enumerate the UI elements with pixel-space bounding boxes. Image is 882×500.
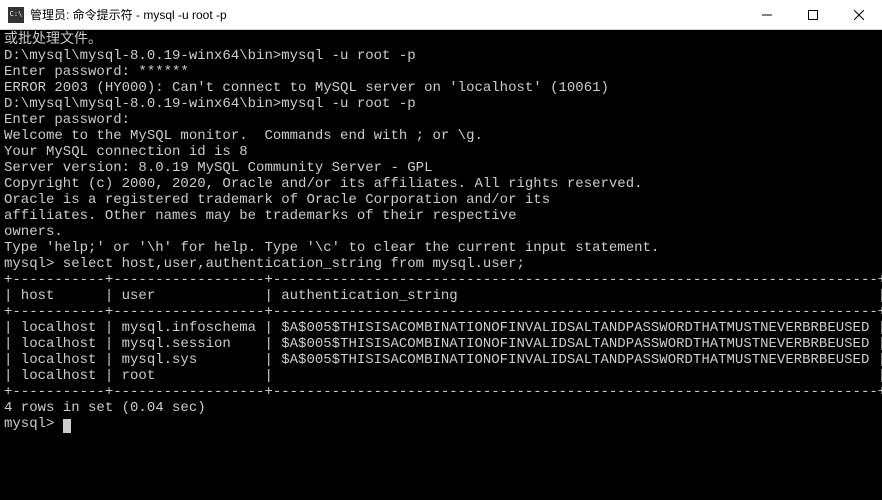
cmd-icon: C:\ (8, 7, 24, 23)
terminal-line: D:\mysql\mysql-8.0.19-winx64\bin>mysql -… (4, 48, 878, 64)
terminal-line: affiliates. Other names may be trademark… (4, 208, 878, 224)
window-title: 管理员: 命令提示符 - mysql -u root -p (30, 6, 227, 23)
close-button[interactable] (836, 0, 882, 29)
terminal-line: Copyright (c) 2000, 2020, Oracle and/or … (4, 176, 878, 192)
terminal-line: D:\mysql\mysql-8.0.19-winx64\bin>mysql -… (4, 96, 878, 112)
terminal-line: Server version: 8.0.19 MySQL Community S… (4, 160, 878, 176)
terminal-line: Oracle is a registered trademark of Orac… (4, 192, 878, 208)
titlebar[interactable]: C:\ 管理员: 命令提示符 - mysql -u root -p (0, 0, 882, 30)
window-controls (744, 0, 882, 29)
minimize-button[interactable] (744, 0, 790, 29)
terminal-line: 或批处理文件。 (4, 32, 878, 48)
terminal-line: Enter password: ****** (4, 64, 878, 80)
terminal-line: Type 'help;' or '\h' for help. Type '\c'… (4, 240, 878, 256)
close-icon (854, 10, 864, 20)
minimize-icon (762, 10, 772, 20)
terminal-line: | localhost | root | | (4, 368, 878, 384)
terminal-line: mysql> select host,user,authentication_s… (4, 256, 878, 272)
terminal-line: owners. (4, 224, 878, 240)
terminal-line: +-----------+------------------+--------… (4, 304, 878, 320)
terminal-line: Enter password: (4, 112, 878, 128)
terminal-line: +-----------+------------------+--------… (4, 272, 878, 288)
terminal-line: +-----------+------------------+--------… (4, 384, 878, 400)
maximize-button[interactable] (790, 0, 836, 29)
terminal-line: 4 rows in set (0.04 sec) (4, 400, 878, 416)
terminal-line: mysql> (4, 416, 878, 432)
cursor (63, 419, 71, 433)
terminal-line: | host | user | authentication_string | (4, 288, 878, 304)
terminal-line: | localhost | mysql.session | $A$005$THI… (4, 336, 878, 352)
titlebar-left: C:\ 管理员: 命令提示符 - mysql -u root -p (0, 6, 227, 23)
maximize-icon (808, 10, 818, 20)
terminal-line: | localhost | mysql.infoschema | $A$005$… (4, 320, 878, 336)
cmd-icon-text: C:\ (10, 11, 23, 18)
terminal-line: ERROR 2003 (HY000): Can't connect to MyS… (4, 80, 878, 96)
terminal-output[interactable]: 或批处理文件。D:\mysql\mysql-8.0.19-winx64\bin>… (0, 30, 882, 500)
terminal-line: Welcome to the MySQL monitor. Commands e… (4, 128, 878, 144)
terminal-line: Your MySQL connection id is 8 (4, 144, 878, 160)
terminal-line: | localhost | mysql.sys | $A$005$THISISA… (4, 352, 878, 368)
